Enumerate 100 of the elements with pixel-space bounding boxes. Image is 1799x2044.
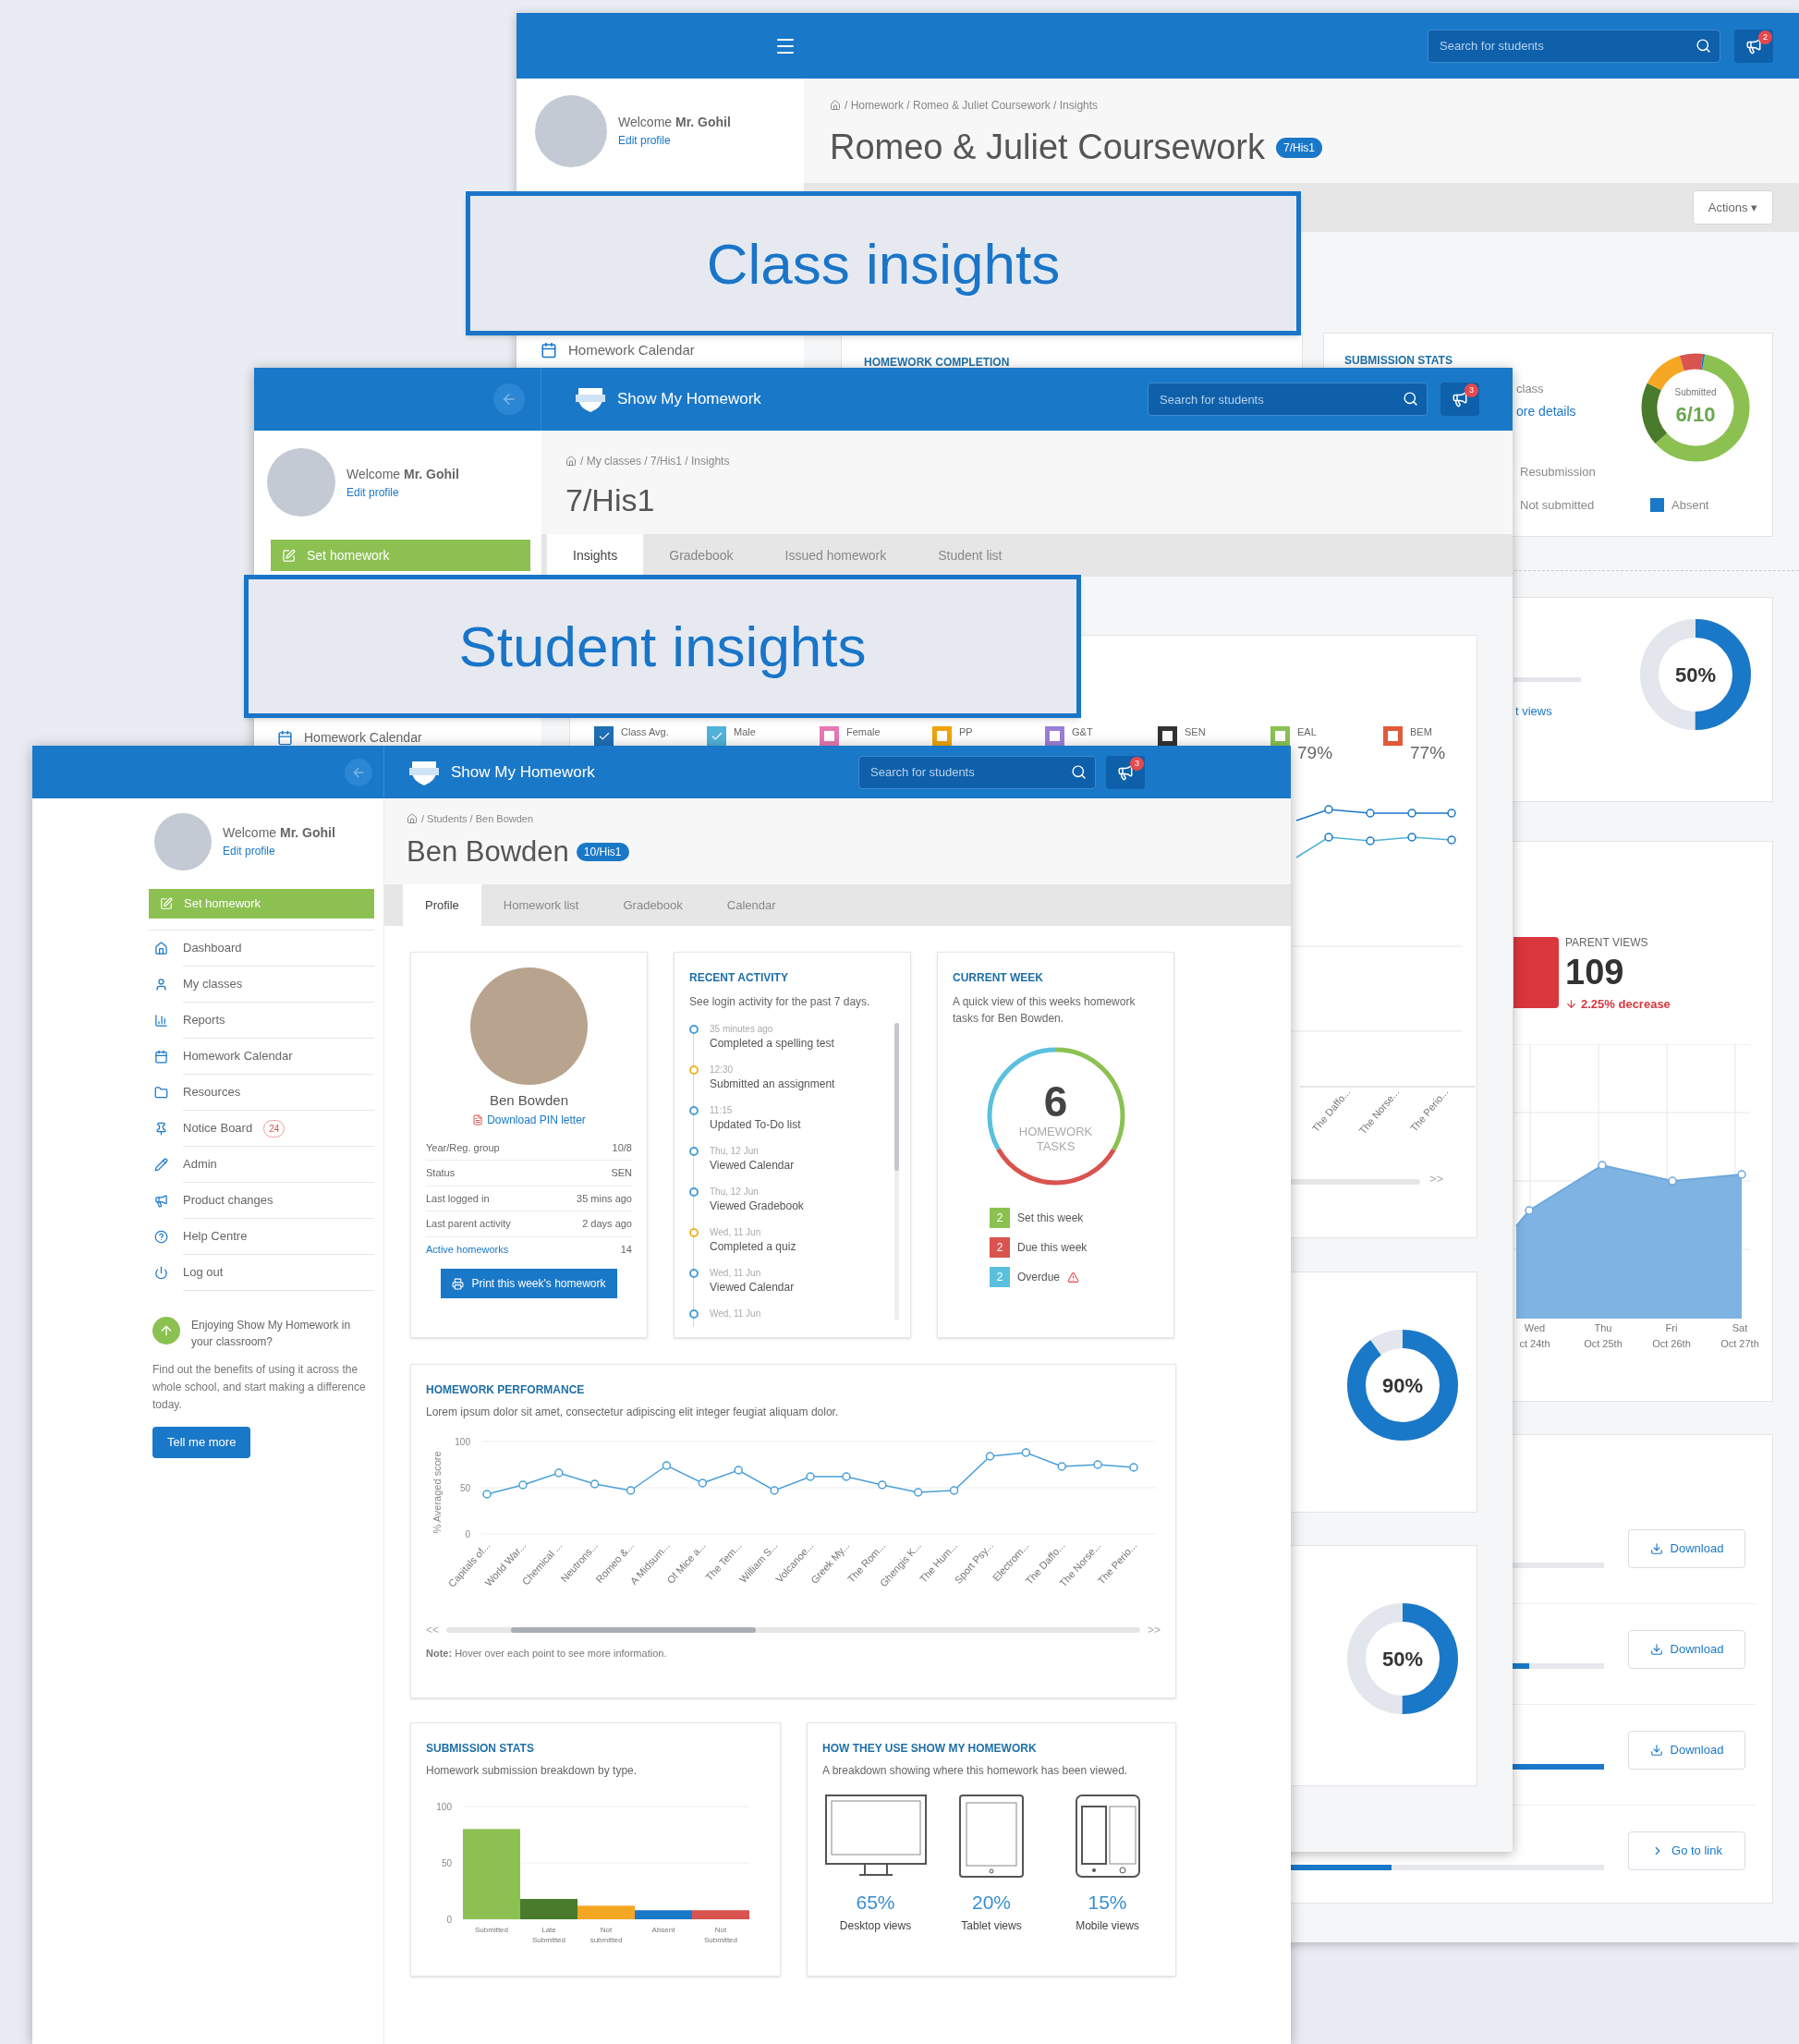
legend-checkbox[interactable]	[820, 726, 839, 746]
scroll-forward-button[interactable]: >>	[1429, 1170, 1444, 1188]
download-icon	[1649, 1744, 1663, 1757]
notification-badge: 2	[1758, 30, 1772, 44]
data-point[interactable]	[913, 1488, 923, 1497]
student-name: Ben Bowden	[489, 1091, 569, 1110]
print-button[interactable]: Print this week's homework	[441, 1269, 617, 1298]
nav-item[interactable]: Resources	[183, 1083, 241, 1101]
device-label: Desktop views	[839, 1917, 912, 1934]
data-point[interactable]	[806, 1472, 815, 1481]
nav-item[interactable]: My classes	[183, 975, 243, 993]
tab[interactable]: Insights	[547, 534, 644, 577]
tab[interactable]: Homework list	[480, 884, 602, 926]
legend-checkbox[interactable]	[1158, 726, 1177, 746]
data-point[interactable]	[590, 1479, 600, 1489]
legend-label: Resubmission	[1520, 464, 1596, 481]
data-point[interactable]	[842, 1472, 851, 1481]
tab[interactable]: Issued homework	[759, 534, 913, 577]
legend-checkbox[interactable]	[1045, 726, 1064, 746]
legend-checkbox[interactable]	[707, 726, 726, 746]
notifications-button[interactable]: 3	[1106, 755, 1145, 789]
scrollbar[interactable]	[446, 1627, 1140, 1633]
tab[interactable]: Profile	[403, 884, 481, 926]
detail-value: SEN	[611, 1166, 632, 1180]
download-button[interactable]: Download	[1628, 1731, 1745, 1770]
search-icon	[1696, 37, 1711, 54]
nav-item[interactable]: Help Centre	[183, 1227, 248, 1246]
data-point[interactable]	[626, 1486, 636, 1495]
promo-title: Enjoying Show My Homework in your classroom?	[191, 1318, 352, 1350]
notifications-button[interactable]: 2	[1734, 29, 1773, 63]
data-point[interactable]	[878, 1480, 887, 1490]
edit-profile-link[interactable]: Edit profile	[618, 132, 731, 149]
legend-checkbox[interactable]	[1383, 726, 1403, 746]
views-link[interactable]: t views	[1515, 702, 1552, 721]
scroll-back-button[interactable]: <<	[426, 1622, 439, 1638]
data-point[interactable]	[1093, 1460, 1102, 1469]
bar	[692, 1910, 749, 1919]
search-icon	[1403, 391, 1418, 407]
axis-tick-label: 100	[436, 1802, 452, 1812]
details-link[interactable]: ore details	[1516, 402, 1576, 421]
page-title: Romeo & Juliet Coursework	[830, 127, 1265, 168]
activity-text: Viewed Calendar	[710, 1280, 795, 1296]
data-point[interactable]	[698, 1478, 708, 1488]
sidebar-item[interactable]: Homework Calendar	[304, 728, 422, 748]
nav-item[interactable]: Product changes	[183, 1191, 273, 1210]
data-point[interactable]	[985, 1452, 995, 1461]
tab[interactable]: Gradebook	[643, 534, 760, 577]
legend-checkbox[interactable]	[594, 726, 614, 746]
actions-button[interactable]: Actions ▾	[1692, 189, 1773, 225]
search-field[interactable]: Search for students	[858, 755, 1096, 789]
legend-checkbox[interactable]	[1270, 726, 1290, 746]
data-point[interactable]	[518, 1480, 528, 1490]
nav-item[interactable]: Log out	[183, 1263, 224, 1282]
tablet-icon	[958, 1794, 1025, 1879]
donut-value: 6/10	[1675, 402, 1716, 428]
download-pin-link[interactable]: Download PIN letter	[487, 1111, 586, 1128]
nav-item[interactable]: Admin	[183, 1155, 217, 1174]
legend-checkbox[interactable]	[932, 726, 952, 746]
edit-profile-link[interactable]: Edit profile	[346, 483, 459, 501]
link-button[interactable]: Go to link	[1628, 1831, 1745, 1870]
legend-value: 79%	[1297, 741, 1333, 764]
data-point[interactable]	[770, 1486, 779, 1495]
device-percentage: 65%	[856, 1891, 895, 1915]
data-point[interactable]	[554, 1468, 564, 1478]
card-title: CURRENT WEEK	[953, 970, 1044, 986]
search-field[interactable]: Search for students	[1428, 29, 1720, 63]
data-point[interactable]	[1129, 1463, 1138, 1472]
search-field[interactable]: Search for students	[1148, 383, 1428, 416]
nav-item[interactable]: Homework Calendar	[183, 1047, 293, 1065]
data-point[interactable]	[1021, 1448, 1031, 1457]
notifications-button[interactable]: 3	[1440, 383, 1479, 416]
data-point[interactable]	[734, 1466, 743, 1475]
tab[interactable]: Gradebook	[601, 884, 705, 926]
data-point[interactable]	[482, 1490, 492, 1499]
download-button[interactable]: Download	[1628, 1630, 1745, 1669]
edit-profile-link[interactable]: Edit profile	[223, 843, 335, 859]
arrow-down-icon	[1565, 998, 1577, 1011]
tell-me-more-button[interactable]: Tell me more	[152, 1427, 251, 1458]
nav-item[interactable]: Dashboard	[183, 939, 242, 957]
back-button[interactable]	[345, 758, 372, 786]
back-button[interactable]	[493, 383, 525, 415]
notification-badge: 3	[1465, 383, 1478, 397]
megaphone-icon	[154, 1194, 168, 1208]
nav-item[interactable]: Notice Board	[183, 1119, 253, 1138]
data-point[interactable]	[662, 1461, 672, 1470]
legend-label: EAL	[1297, 725, 1318, 739]
data-point[interactable]	[949, 1486, 959, 1495]
detail-label[interactable]: Active homeworks	[426, 1241, 509, 1257]
tab[interactable]: Calendar	[704, 884, 798, 926]
download-button[interactable]: Download	[1628, 1529, 1745, 1568]
tab[interactable]: Student list	[912, 534, 1028, 577]
device-percentage: 15%	[1088, 1891, 1127, 1915]
scroll-forward-button[interactable]: >>	[1148, 1622, 1161, 1638]
axis-label: Oct 26th	[1652, 1336, 1691, 1351]
nav-item[interactable]: Reports	[183, 1011, 225, 1029]
card-title: SUBMISSION STATS	[426, 1741, 535, 1757]
data-point[interactable]	[1057, 1462, 1066, 1471]
megaphone-icon	[1117, 763, 1134, 781]
sidebar-item[interactable]: Homework Calendar	[568, 340, 695, 361]
legend-label: Not submitted	[1520, 497, 1595, 514]
